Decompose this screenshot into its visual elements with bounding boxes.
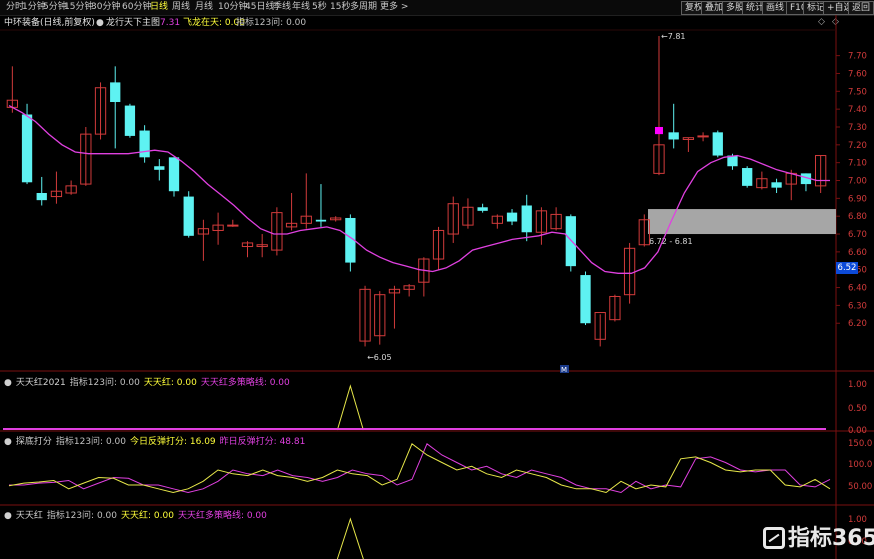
- candle-body: [742, 168, 753, 186]
- pane1-field2: 天天红: 0.00: [143, 378, 197, 388]
- pane1-name[interactable]: 天天红2021: [16, 378, 66, 388]
- pane1-tick: 0.50: [848, 404, 867, 414]
- pane2-name[interactable]: 探底打分: [16, 437, 52, 447]
- pane3-title: ● 天天红 指标123问: 0.00 天天红: 0.00 天天红多策略线: 0.00: [4, 508, 271, 521]
- pane1-signal-spike: [336, 384, 364, 431]
- candle-body: [124, 105, 136, 136]
- price-tick-label: 7.10: [848, 159, 867, 169]
- candle-body: [506, 212, 518, 222]
- pane2-tick: 150.0: [848, 439, 873, 449]
- price-tick-label: 6.80: [848, 212, 867, 222]
- candle-body: [565, 216, 576, 267]
- high-price-annotation: ←7.81: [661, 32, 686, 41]
- candle-body: [668, 132, 679, 140]
- pane3-field3: 天天红多策略线: 0.00: [177, 511, 267, 521]
- price-tick-label: 7.00: [848, 177, 867, 187]
- candle-body: [154, 166, 165, 170]
- pane1-tick: 0.00: [848, 426, 867, 436]
- pane3-field2: 天天红: 0.00: [121, 511, 174, 521]
- price-tick-label: 7.30: [848, 123, 867, 133]
- pane2-tick: 50.00: [848, 482, 873, 492]
- price-tick-label: 6.40: [848, 284, 867, 294]
- pane1-tick: 1.00: [848, 380, 867, 390]
- pane2-title: ● 探底打分 指标123问: 0.00 今日反弹打分: 16.09 昨日反弹打分: 48…: [4, 434, 309, 447]
- signal-candle-highlight: [654, 126, 663, 135]
- pane3-signal-spike: [336, 517, 364, 559]
- pane2-field2: 今日反弹打分: 16.09: [130, 437, 216, 447]
- price-tick-label: 7.60: [848, 69, 867, 79]
- price-tick-label: 6.20: [848, 319, 867, 329]
- candle-body: [521, 205, 532, 233]
- price-tick-label: 6.30: [848, 301, 867, 311]
- marker-label: M: [561, 366, 567, 374]
- price-tick-label: 7.20: [848, 141, 867, 151]
- pane3-dot-icon[interactable]: ●: [4, 511, 12, 521]
- resistance-zone: [648, 209, 836, 235]
- watermark: 指标365: [763, 520, 874, 554]
- price-tick-label: 7.50: [848, 87, 867, 97]
- pane3-name[interactable]: 天天红: [16, 511, 43, 521]
- candle-body: [168, 157, 180, 192]
- candle-body: [580, 275, 591, 324]
- pane3-field1: 指标123问: 0.00: [46, 511, 117, 521]
- candle-body: [139, 130, 150, 158]
- candle-body: [110, 82, 121, 103]
- price-tick-label: 6.70: [848, 230, 867, 240]
- pane2-field1: 指标123问: 0.00: [55, 437, 126, 447]
- watermark-text: 指标365: [788, 526, 874, 551]
- candle-body: [315, 219, 327, 222]
- pane1-dot-icon[interactable]: ●: [4, 378, 12, 388]
- pane2-field3: 昨日反弹打分: 48.81: [219, 437, 306, 447]
- watermark-logo-icon: [763, 527, 785, 549]
- pane2-dot-icon[interactable]: ●: [4, 437, 12, 447]
- current-price-tag: 6.52: [836, 262, 858, 274]
- pane2-today-score-line: [8, 443, 831, 494]
- candle-body: [712, 132, 723, 156]
- candle-body: [477, 207, 488, 211]
- candle-body: [21, 114, 33, 183]
- candle-body: [36, 193, 47, 201]
- candle-body: [697, 135, 709, 138]
- candle-body: [183, 196, 194, 236]
- pane1-field1: 指标123问: 0.00: [69, 378, 140, 388]
- zone-label: 6.72 - 6.81: [649, 237, 693, 246]
- stock-chart-window: 分时 1分钟 5分钟 15分钟 30分钟 60分钟 日线 周线 月线 10分钟 45日线 季线 年线 5秒…: [0, 0, 874, 559]
- price-tick-label: 7.70: [848, 52, 867, 62]
- chart-canvas: 7.70 7.60 7.50 7.40 7.30 7.20 7.10 7.00 6.90 6.80…: [0, 15, 874, 559]
- price-tick-label: 6.60: [848, 248, 867, 258]
- low-price-annotation: ←6.05: [367, 353, 392, 362]
- pane1-field3: 天天红多策略线: 0.00: [200, 378, 290, 388]
- candle-body: [771, 182, 782, 188]
- candle-body: [227, 224, 239, 227]
- pane1-title: ● 天天红2021 指标123问: 0.00 天天红: 0.00 天天红多策略线: 0.…: [4, 375, 294, 388]
- pane2-tick: 100.0: [848, 460, 873, 470]
- price-tick-label: 6.90: [848, 194, 867, 204]
- price-tick-label: 7.40: [848, 105, 867, 115]
